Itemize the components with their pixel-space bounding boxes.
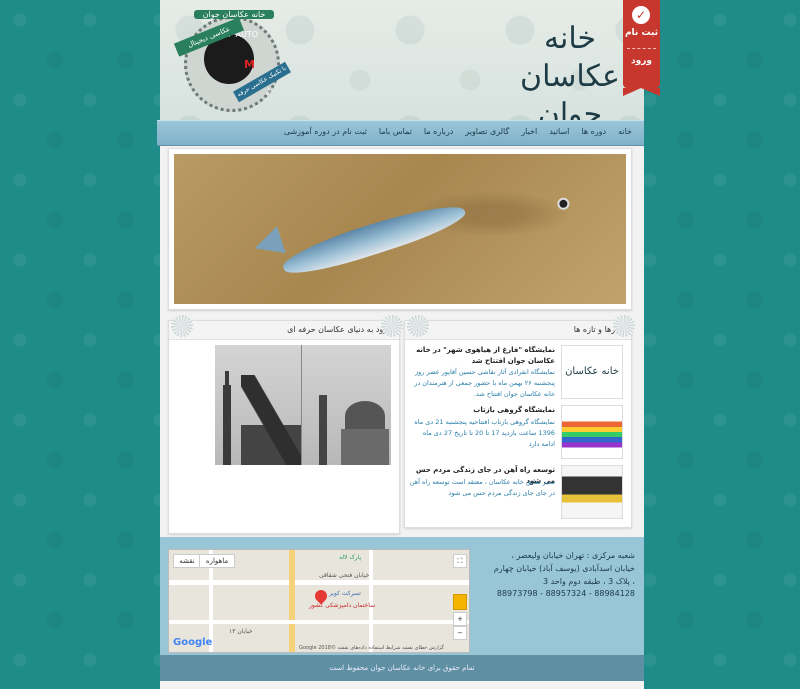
nav-item-gallery[interactable]: گالری تصاویر xyxy=(459,121,515,143)
nav-item-about[interactable]: درباره ما xyxy=(418,121,459,143)
nav-item-teachers[interactable]: اساتید xyxy=(543,121,575,143)
check-icon: ✓ xyxy=(632,6,650,24)
panel-ornament-icon xyxy=(407,315,429,337)
register-link[interactable]: ثبت نام xyxy=(623,28,660,38)
news-excerpt: نمایشگاه گروهی بازتاب افتتاحیه پنجشنبه 2… xyxy=(414,418,555,448)
site-logo[interactable]: خانه عکاسان جوان xyxy=(510,20,630,132)
location-map[interactable]: پارک لاله خیابان فتحی شقاقی تسرکت کویر س… xyxy=(168,549,470,653)
news-excerpt: نمایشگاه انفرادی آثار نقاشی حسین آقاپور … xyxy=(414,368,555,398)
tower xyxy=(223,385,231,465)
news-thumbnail-photo[interactable] xyxy=(561,465,623,519)
address-text: شعبه مرکزی : تهران خیابان ولیعصر ، خیابا… xyxy=(493,551,635,586)
news-panel: خبرها و تازه ها خانه عکاسان جوان نمایشگا… xyxy=(404,315,635,528)
nav-item-news[interactable]: اخبار xyxy=(515,121,543,143)
fish-body xyxy=(279,195,571,283)
news-title[interactable]: نمایشگاه گروهی بازتاب xyxy=(409,405,555,416)
dome-base xyxy=(341,429,389,465)
panel-ornament-icon xyxy=(613,315,635,337)
phone-numbers: 88984128 - 88957324 - 88973798 xyxy=(496,589,635,598)
map-copyright: گزارش خطای نقشه شرایط استفاده داده‌های ن… xyxy=(299,645,444,651)
map-highway xyxy=(289,550,295,652)
map-type-map-button[interactable]: نقشه xyxy=(173,554,201,568)
map-park-label: پارک لاله xyxy=(339,554,362,561)
news-title[interactable]: نمایشگاه "فارغ از هیاهوی شهر" در خانه عک… xyxy=(409,345,555,367)
news-item[interactable]: خانه عکاسان جوان نمایشگاه "فارغ از هیاهو… xyxy=(409,345,627,429)
news-excerpt: مدیر سابق خانه عکاسان ، معتقد است توسعه … xyxy=(409,478,555,497)
map-road xyxy=(369,550,373,652)
map-type-satellite-button[interactable]: ماهواره xyxy=(199,554,235,568)
nav-item-home[interactable]: خانه xyxy=(612,121,638,143)
fish-eye xyxy=(555,196,571,212)
nav-item-register-course[interactable]: ثبت نام در دوره آموزشی xyxy=(278,121,373,143)
news-item[interactable]: توسعه راه آهن در جای زندگی مردم حس می شو… xyxy=(409,465,627,519)
map-street-label: خیابان فتحی شقاقی xyxy=(319,572,370,579)
dome xyxy=(345,401,385,431)
fullscreen-icon[interactable]: ⛶ xyxy=(453,554,467,568)
main-navigation: خانه دوره ها اساتید اخبار گالری تصاویر د… xyxy=(157,120,644,146)
nav-item-contact[interactable]: تماس باما xyxy=(373,121,418,143)
map-place-label: تسرکت کویر xyxy=(329,590,361,597)
google-logo: Google xyxy=(173,637,213,648)
copyright-bar: تمام حقوق برای خانه عکاسان جوان محفوظ اس… xyxy=(160,655,644,681)
mosque-photo[interactable] xyxy=(215,345,391,465)
photo-divider xyxy=(301,345,302,465)
hero-fish-photo xyxy=(174,154,626,304)
fish-tail xyxy=(250,226,286,262)
news-thumbnail-poster[interactable] xyxy=(561,405,623,459)
map-road xyxy=(169,580,469,585)
dial-label: خانه عکاسان جوان xyxy=(194,10,274,19)
camera-dial-logo: خانه عکاسان جوان S A P AUTO M عکاسی دیجی… xyxy=(173,10,291,120)
intro-panel: ورود به دنیای عکاسان حرفه ای xyxy=(168,315,403,534)
news-panel-title: خبرها و تازه ها xyxy=(405,321,631,340)
news-thumbnail-logo[interactable]: خانه عکاسان جوان xyxy=(561,345,623,429)
intro-panel-title: ورود به دنیای عکاسان حرفه ای xyxy=(169,321,399,340)
street-view-icon[interactable] xyxy=(453,594,467,610)
account-ribbon: ✓ ثبت نام ورود xyxy=(623,0,660,96)
ribbon-divider xyxy=(627,48,656,49)
angular-roof xyxy=(241,375,301,465)
minaret xyxy=(319,395,327,465)
panel-ornament-icon xyxy=(381,315,403,337)
map-road xyxy=(169,620,469,624)
panel-ornament-icon xyxy=(171,315,193,337)
dial-mode-m: M xyxy=(244,58,255,71)
zoom-out-icon[interactable]: − xyxy=(453,626,467,640)
ribbon-notch xyxy=(623,88,660,96)
nav-item-courses[interactable]: دوره ها xyxy=(575,121,612,143)
news-item[interactable]: نمایشگاه گروهی بازتاب نمایشگاه گروهی باز… xyxy=(409,405,627,459)
map-street-label: خیابان ۱۳ xyxy=(229,628,253,635)
zoom-in-icon[interactable]: + xyxy=(453,612,467,626)
hero-slider[interactable] xyxy=(168,148,632,310)
login-link[interactable]: ورود xyxy=(623,56,660,66)
site-header: خانه عکاسان جوان خانه عکاسان جوان S A P … xyxy=(160,0,644,132)
site-footer: پارک لاله خیابان فتحی شقاقی تسرکت کویر س… xyxy=(160,537,644,655)
